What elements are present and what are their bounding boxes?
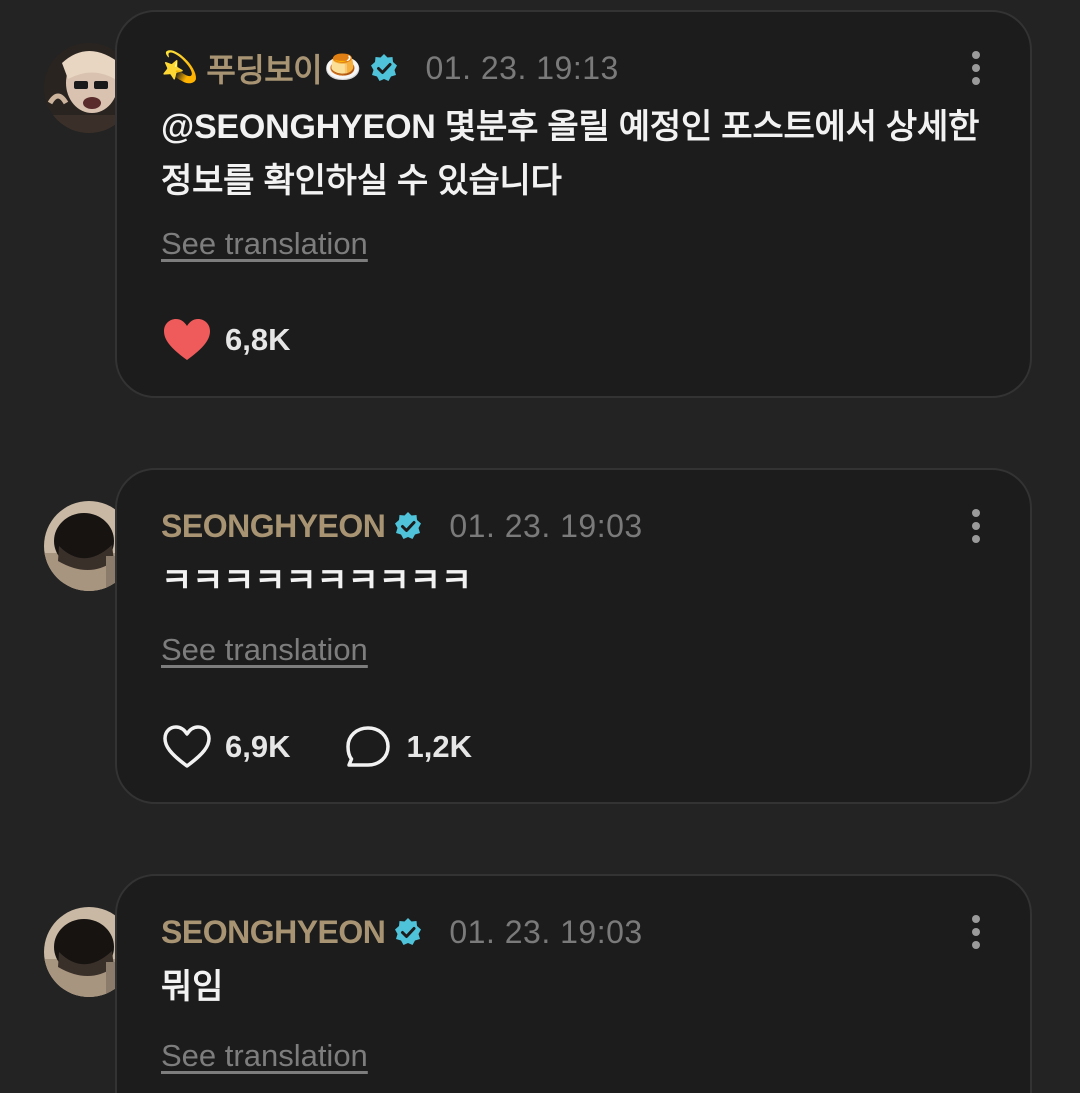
timestamp: 01. 23. 19:03: [449, 913, 643, 950]
comment-text: ㅋㅋㅋㅋㅋㅋㅋㅋㅋㅋ: [161, 562, 472, 600]
pudding-emoji: 🍮: [324, 50, 362, 85]
heart-icon: [164, 319, 210, 360]
see-translation-link[interactable]: See translation: [161, 632, 368, 668]
timestamp: 01. 23. 19:03: [449, 507, 643, 544]
verified-badge-icon: [395, 512, 422, 539]
comment-feed: 💫 푸딩보이 🍮 01. 23. 19:13 @SEONGHYEON 몇분후 올…: [0, 0, 1080, 1093]
username[interactable]: SEONGHYEON: [161, 914, 386, 951]
like-button[interactable]: 6,9K: [161, 723, 290, 771]
like-count: 6,9K: [225, 729, 291, 764]
comment-card: SEONGHYEON 01. 23. 19:03 ㅋㅋㅋㅋㅋㅋㅋㅋㅋㅋ See …: [115, 468, 1032, 804]
like-button[interactable]: 6,8K: [161, 316, 290, 364]
comment-actions: 6,9K 1,2K: [161, 722, 524, 772]
comment-actions: 6,8K: [161, 315, 342, 365]
comment-card: 💫 푸딩보이 🍮 01. 23. 19:13 @SEONGHYEON 몇분후 올…: [115, 10, 1032, 398]
more-vertical-icon[interactable]: [966, 50, 986, 86]
verified-badge-icon: [371, 54, 398, 81]
timestamp: 01. 23. 19:13: [425, 49, 619, 86]
like-count: 6,8K: [225, 322, 291, 357]
username[interactable]: 푸딩보이: [206, 45, 322, 91]
comment-header: SEONGHYEON 01. 23. 19:03: [161, 912, 643, 952]
comment-text: 뭐임: [161, 968, 224, 1006]
verified-badge-icon: [395, 918, 422, 945]
comment-header: 💫 푸딩보이 🍮 01. 23. 19:13: [161, 45, 619, 91]
reply-count: 1,2K: [406, 729, 472, 764]
see-translation-link[interactable]: See translation: [161, 226, 368, 262]
dizzy-emoji: 💫: [161, 50, 199, 85]
comment-text: @SEONGHYEON 몇분후 올릴 예정인 포스트에서 상세한 정보를 확인하…: [161, 108, 980, 200]
reply-button[interactable]: 1,2K: [342, 723, 472, 771]
comment-header: SEONGHYEON 01. 23. 19:03: [161, 506, 643, 546]
username[interactable]: SEONGHYEON: [161, 508, 386, 545]
more-vertical-icon[interactable]: [966, 508, 986, 544]
more-vertical-icon[interactable]: [966, 914, 986, 950]
speech-bubble-icon: [346, 726, 391, 767]
heart-outline-icon: [163, 725, 211, 768]
see-translation-link[interactable]: See translation: [161, 1038, 368, 1074]
comment-card: SEONGHYEON 01. 23. 19:03 뭐임 See translat…: [115, 874, 1032, 1093]
